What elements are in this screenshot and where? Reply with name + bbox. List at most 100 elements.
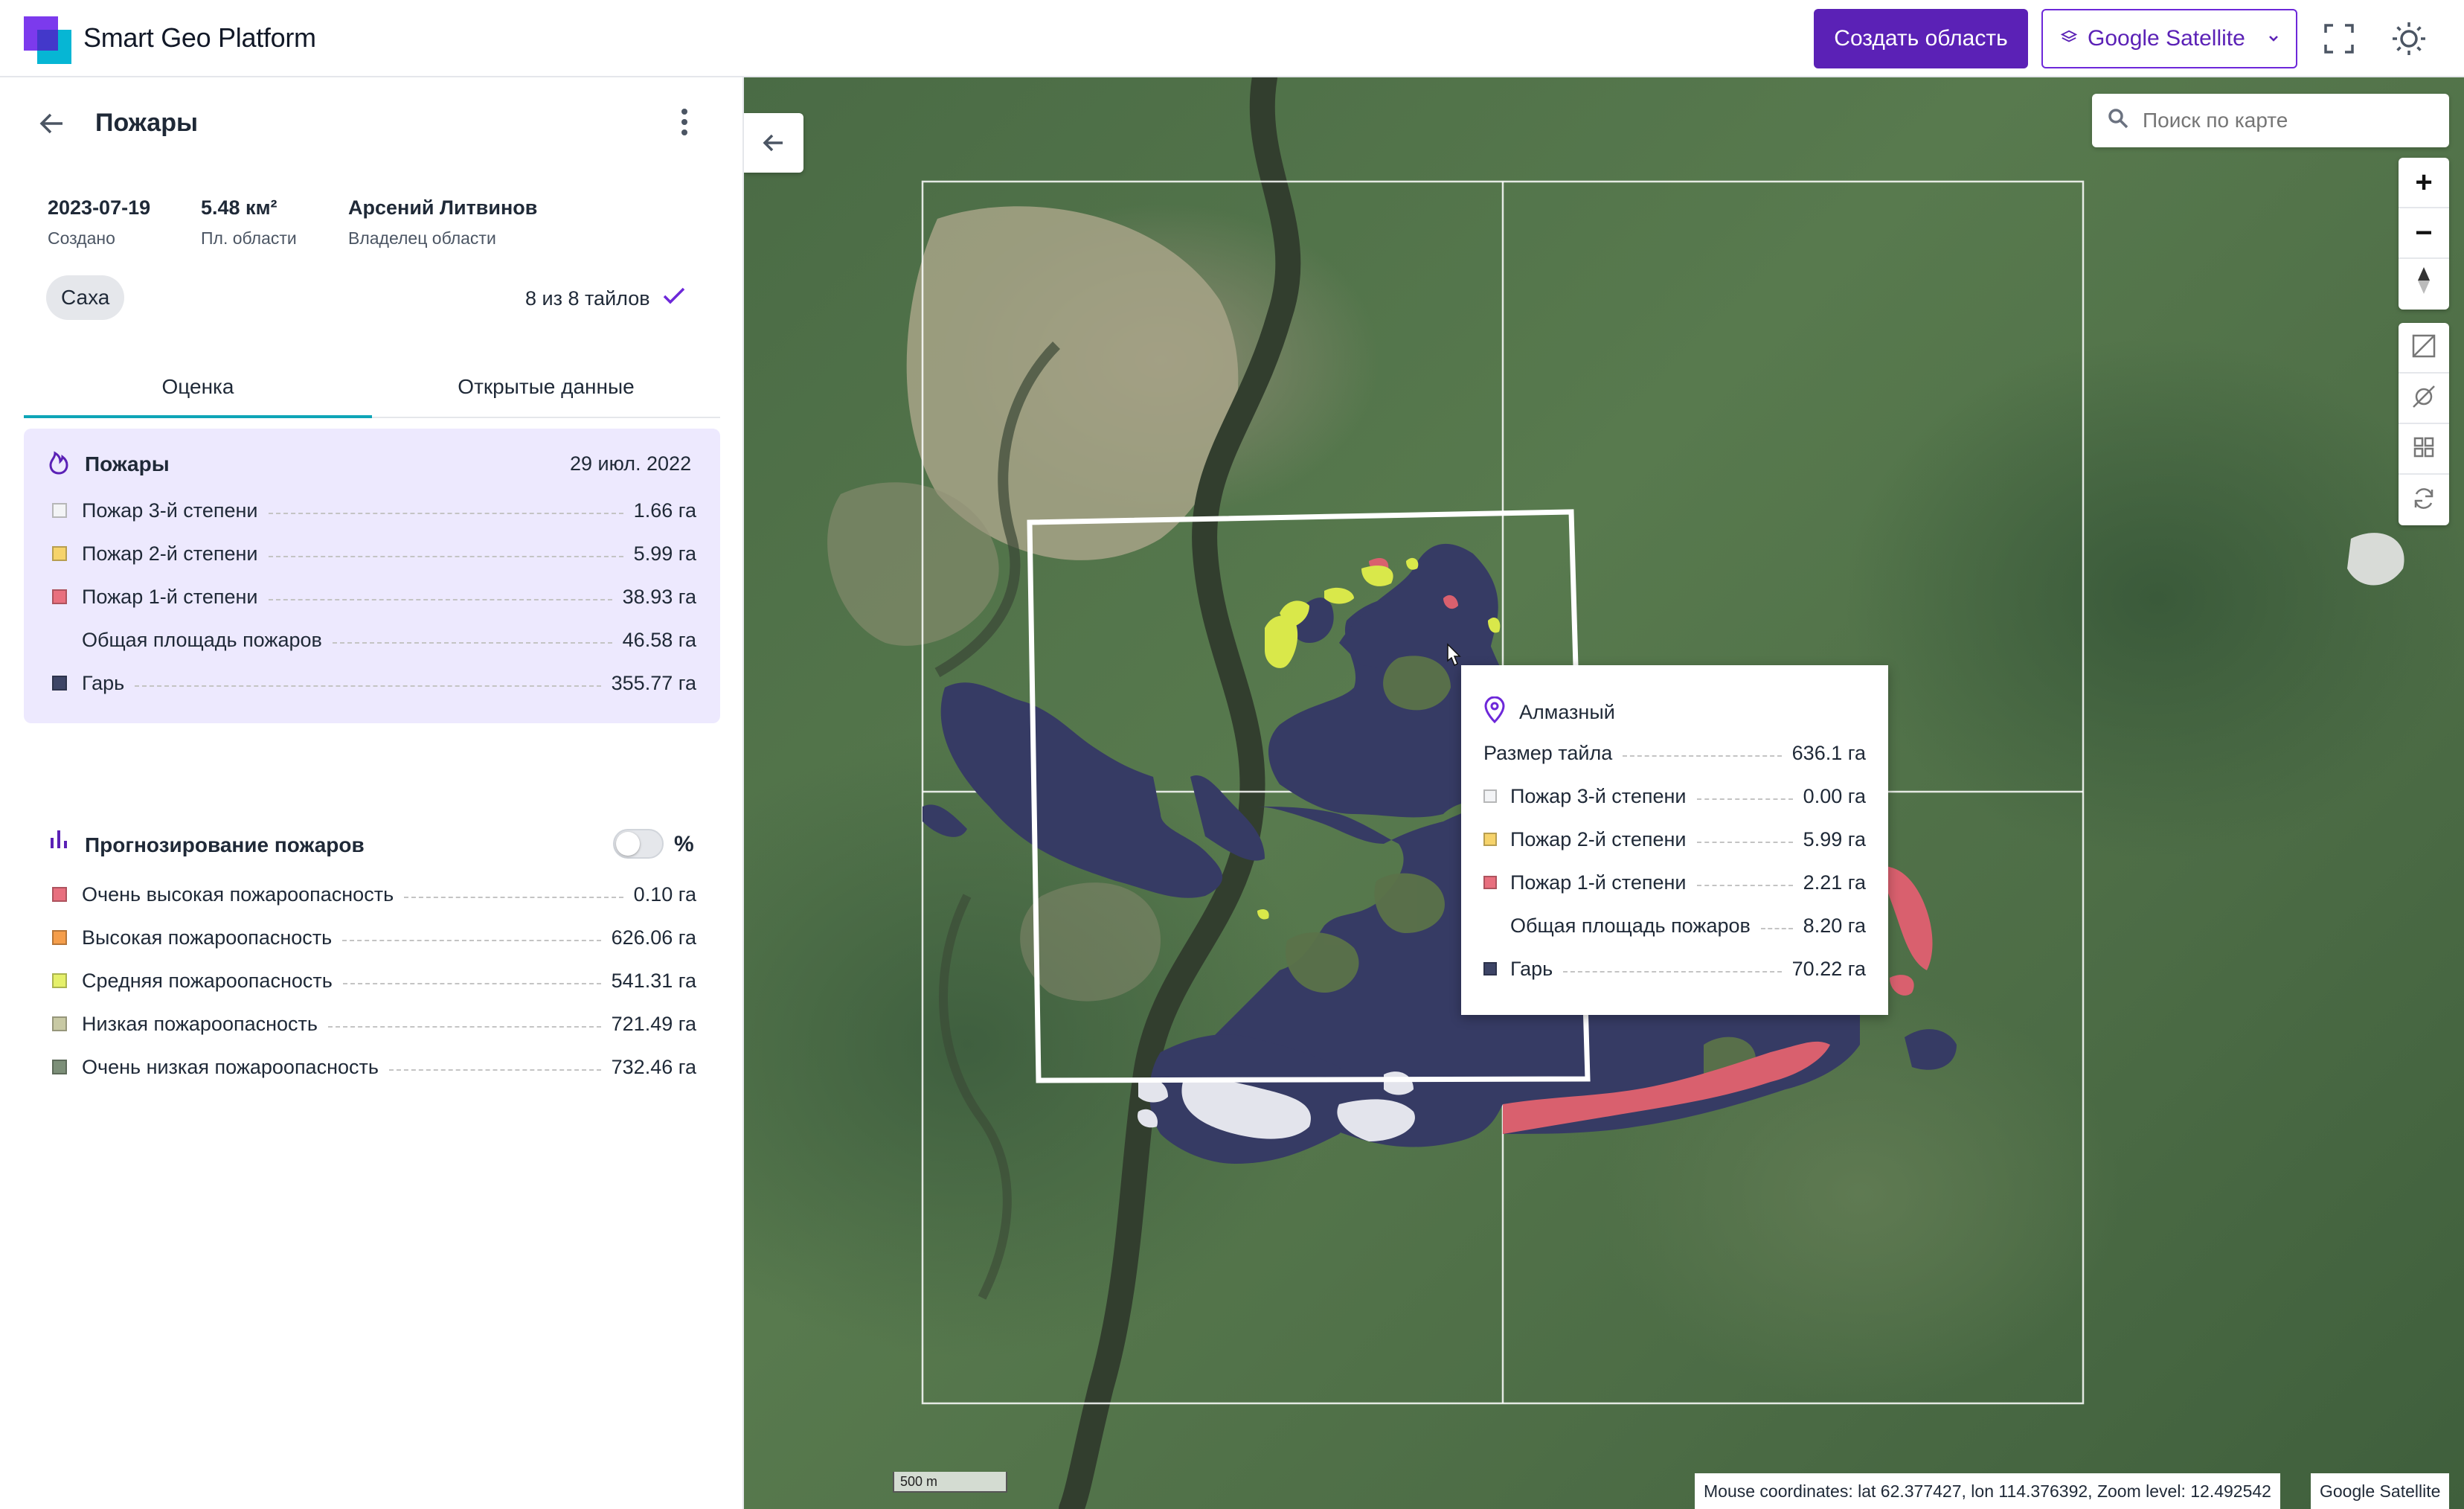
popup-row-label: Размер тайла: [1483, 741, 1613, 764]
compass-button[interactable]: [2399, 259, 2449, 310]
forecast-legend-row-value: 626.06 га: [611, 926, 696, 949]
popup-row-label: Пожар 3-й степени: [1510, 784, 1687, 807]
map-attribution[interactable]: Google Satellite: [2311, 1473, 2450, 1509]
map-search[interactable]: [2092, 94, 2449, 147]
percent-label[interactable]: %: [674, 832, 694, 857]
area-size: 5.48 км² Пл. области: [201, 196, 297, 248]
popup-row-value: 2.21 га: [1803, 871, 1866, 894]
forecast-legend-row: Очень низкая пожароопасность 732.46 га: [52, 1052, 696, 1082]
dotted-leader: [332, 642, 612, 644]
fires-legend-row-value: 355.77 га: [611, 671, 696, 694]
forecast-legend-row-value: 721.49 га: [611, 1012, 696, 1035]
fullscreen-icon[interactable]: [2321, 21, 2357, 57]
draw-polygon-button[interactable]: [2399, 323, 2449, 374]
basemap-select[interactable]: Google Satellite: [2041, 9, 2297, 68]
legend-swatch: [52, 546, 67, 561]
grid-icon: [2413, 436, 2435, 462]
toggle-knob: [616, 832, 640, 856]
map-view[interactable]: + −: [744, 77, 2464, 1509]
tab-open-data[interactable]: Открытые данные: [372, 357, 720, 417]
forecast-legend-row-label: Очень высокая пожароопасность: [82, 882, 394, 906]
zoom-in-button[interactable]: +: [2399, 158, 2449, 208]
popup-row-label: Пожар 2-й степени: [1510, 827, 1687, 850]
fires-legend-row-label: Пожар 1-й степени: [82, 585, 258, 608]
region-chip[interactable]: Саха: [46, 275, 125, 320]
dotted-leader: [342, 983, 601, 984]
cleared-area: [1020, 882, 1161, 1002]
forecast-legend-row-label: Низкая пожароопасность: [82, 1012, 318, 1035]
app-logo[interactable]: [24, 16, 71, 64]
dotted-leader: [268, 513, 623, 514]
fires-legend-row-value: 38.93 га: [622, 585, 696, 608]
forecast-toggle[interactable]: [613, 829, 664, 859]
dotted-leader: [135, 685, 601, 687]
legend-swatch: [52, 1016, 67, 1031]
zoom-out-button[interactable]: −: [2399, 208, 2449, 259]
tabs: Оценка Открытые данные: [24, 357, 720, 418]
dotted-leader: [1696, 798, 1793, 800]
forecast-legend-row-label: Высокая пожароопасность: [82, 926, 333, 949]
legend-swatch: [52, 930, 67, 945]
dotted-leader: [404, 897, 623, 898]
sun-icon[interactable]: [2391, 21, 2427, 57]
tiles-status-label: 8 из 8 тайлов: [525, 287, 650, 310]
dotted-leader: [1696, 885, 1793, 886]
created-date: 2023-07-19 Создано: [48, 196, 151, 248]
tab-assessment[interactable]: Оценка: [24, 357, 372, 418]
popup-row-label: Пожар 1-й степени: [1510, 871, 1687, 894]
hide-layer-button[interactable]: [2399, 374, 2449, 424]
legend-swatch: [52, 1060, 67, 1074]
popup-row-value: 5.99 га: [1803, 827, 1866, 850]
legend-swatch: [52, 589, 67, 604]
dotted-leader: [1760, 928, 1793, 929]
more-options-icon[interactable]: [680, 107, 689, 144]
fires-legend-row-value: 5.99 га: [633, 542, 696, 565]
legend-swatch: [52, 973, 67, 988]
popup-row: Пожар 3-й степени 0.00 га: [1483, 781, 1866, 811]
fire-icon: [48, 449, 70, 478]
dotted-leader: [268, 556, 623, 557]
zoom-controls: + −: [2399, 158, 2449, 310]
fires-legend-row-value: 1.66 га: [633, 499, 696, 522]
polygon-icon: [2410, 333, 2437, 363]
popup-row-label: Гарь: [1510, 957, 1553, 980]
river-channel: [939, 894, 1012, 1300]
refresh-button[interactable]: [2399, 475, 2449, 525]
brand-name[interactable]: Smart Geo Platform: [83, 22, 316, 54]
collapse-sidebar-button[interactable]: [744, 113, 803, 173]
forecast-legend-row-value: 732.46 га: [611, 1055, 696, 1078]
legend-swatch: [52, 503, 67, 518]
map-search-input[interactable]: [2143, 109, 2425, 132]
check-icon: [662, 286, 686, 312]
hide-icon: [2410, 383, 2437, 414]
search-icon: [2107, 107, 2129, 135]
grid-toggle-button[interactable]: [2399, 424, 2449, 475]
popup-row: Общая площадь пожаров 8.20 га: [1510, 911, 1866, 941]
fires-legend-row-value: 46.58 га: [622, 628, 696, 651]
dotted-leader: [1563, 971, 1782, 973]
create-area-button[interactable]: Создать область: [1814, 9, 2028, 68]
legend-swatch: [1483, 789, 1497, 803]
popup-row-value: 636.1 га: [1791, 741, 1866, 764]
forecast-legend-row: Средняя пожароопасность 541.31 га: [52, 966, 696, 996]
fires-date: 29 июл. 2022: [570, 452, 692, 475]
fires-legend-row: Гарь 355.77 га: [52, 668, 696, 698]
layers-icon: [2060, 26, 2078, 51]
fires-legend-row-label: Общая площадь пожаров: [82, 628, 322, 651]
forecast-section-title: Прогнозирование пожаров: [85, 833, 365, 856]
forecast-legend-row-label: Очень низкая пожароопасность: [82, 1055, 379, 1078]
popup-title-label: Алмазный: [1519, 701, 1615, 723]
bar-chart-icon: [49, 827, 68, 853]
mouse-coordinates: Mouse coordinates: lat 62.377427, lon 11…: [1695, 1473, 2280, 1509]
back-arrow-icon[interactable]: [37, 109, 67, 146]
compass-icon: [2415, 266, 2433, 303]
snow-patch: [2347, 533, 2404, 586]
scale-bar: 500 m: [893, 1472, 1007, 1493]
popup-row-label: Общая площадь пожаров: [1510, 914, 1751, 937]
popup-row-value: 70.22 га: [1791, 957, 1866, 980]
fires-legend-row-label: Пожар 2-й степени: [82, 542, 258, 565]
forecast-legend-row-label: Средняя пожароопасность: [82, 969, 333, 992]
fires-legend-row-label: Пожар 3-й степени: [82, 499, 258, 522]
forecast-legend-row-value: 541.31 га: [611, 969, 696, 992]
forecast-legend-row: Низкая пожароопасность 721.49 га: [52, 1009, 696, 1039]
